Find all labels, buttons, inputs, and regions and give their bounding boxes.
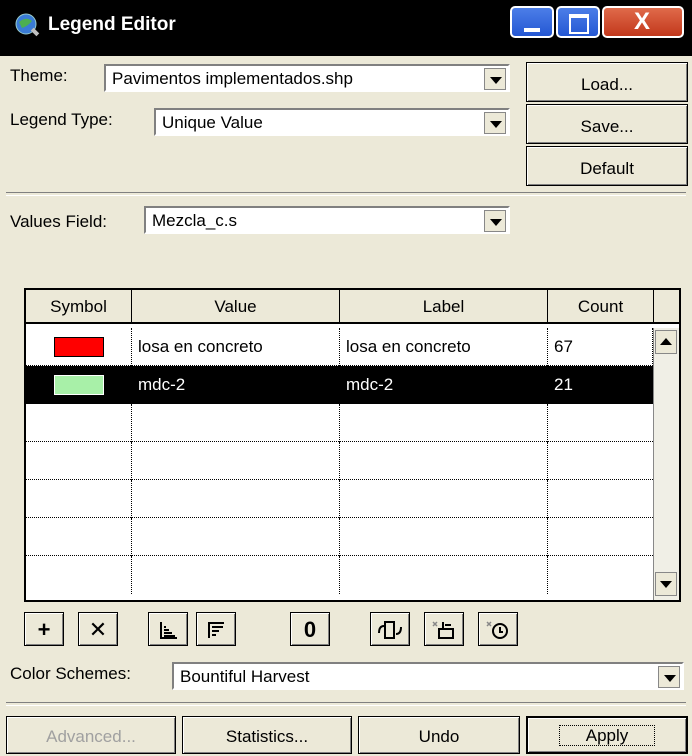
separator — [6, 192, 686, 196]
default-button[interactable]: Default — [526, 146, 688, 186]
legend-type-label: Legend Type: — [10, 110, 113, 129]
chevron-down-icon[interactable] — [658, 666, 680, 688]
symbol-reset-icon — [486, 621, 508, 639]
load-button[interactable]: Load... — [526, 62, 688, 102]
save-button[interactable]: Save... — [526, 104, 688, 144]
scroll-up-icon[interactable] — [655, 330, 677, 354]
close-button[interactable]: X — [602, 6, 684, 38]
apply-button[interactable]: Apply — [526, 716, 688, 754]
table-row-empty[interactable] — [26, 556, 653, 594]
legend-type-value: Unique Value — [162, 113, 263, 132]
symbol-cell[interactable] — [26, 366, 132, 404]
column-header-symbol[interactable]: Symbol — [26, 290, 132, 324]
sort-ascending-button[interactable] — [148, 612, 188, 646]
zero-button[interactable]: 0 — [290, 612, 330, 646]
delete-button[interactable]: ✕ — [78, 612, 118, 646]
symbol-reset-button[interactable] — [478, 612, 518, 646]
chevron-down-icon[interactable] — [484, 210, 506, 232]
color-swatch[interactable] — [54, 337, 104, 357]
theme-dropdown[interactable]: Pavimentos implementados.shp — [104, 64, 510, 92]
values-field-value: Mezcla_c.s — [152, 211, 238, 230]
title-bar[interactable]: Legend Editor X — [0, 0, 692, 56]
chevron-down-icon[interactable] — [484, 68, 506, 90]
column-header-value[interactable]: Value — [132, 290, 340, 324]
undo-label: Undo — [418, 727, 460, 746]
advanced-button[interactable]: Advanced... — [6, 716, 176, 754]
label-cell[interactable]: losa en concreto — [340, 328, 548, 366]
separator — [6, 702, 686, 706]
scroll-down-icon[interactable] — [655, 572, 677, 596]
column-header-label[interactable]: Label — [340, 290, 548, 324]
label-cell[interactable]: mdc-2 — [340, 366, 548, 404]
default-label: Default — [580, 159, 634, 178]
window-title: Legend Editor — [48, 14, 176, 35]
count-cell: 21 — [548, 366, 653, 404]
advanced-label: Advanced... — [46, 727, 136, 746]
delete-icon: ✕ — [88, 617, 108, 642]
maximize-button[interactable] — [556, 6, 600, 38]
swap-button[interactable] — [370, 612, 410, 646]
zero-label: 0 — [303, 617, 317, 642]
plus-icon: + — [37, 617, 51, 642]
table-row-selected[interactable]: mdc-2 mdc-2 21 — [26, 366, 653, 404]
chevron-down-icon[interactable] — [484, 112, 506, 134]
vertical-scrollbar[interactable] — [653, 328, 679, 600]
add-button[interactable]: + — [24, 612, 64, 646]
symbol-properties-button[interactable] — [424, 612, 464, 646]
undo-button[interactable]: Undo — [358, 716, 520, 754]
table-row[interactable]: losa en concreto losa en concreto 67 — [26, 328, 653, 366]
theme-label: Theme: — [10, 66, 68, 85]
statistics-label: Statistics... — [225, 727, 309, 746]
table-row-empty[interactable] — [26, 518, 653, 556]
table-row-empty[interactable] — [26, 404, 653, 442]
legend-table[interactable]: Symbol Value Label Count losa en concret… — [24, 288, 681, 602]
load-label: Load... — [581, 75, 633, 94]
table-row-empty[interactable] — [26, 480, 653, 518]
statistics-button[interactable]: Statistics... — [182, 716, 352, 754]
sort-descending-icon — [208, 622, 224, 638]
apply-label: Apply — [558, 725, 656, 746]
table-row-empty[interactable] — [26, 442, 653, 480]
save-label: Save... — [580, 117, 634, 136]
symbol-edit-icon — [432, 621, 454, 639]
close-icon: X — [634, 8, 651, 35]
color-schemes-value: Bountiful Harvest — [180, 667, 310, 686]
symbol-cell[interactable] — [26, 328, 132, 366]
globe-icon — [15, 13, 40, 37]
color-swatch[interactable] — [54, 375, 104, 395]
color-schemes-dropdown[interactable]: Bountiful Harvest — [172, 662, 684, 690]
swap-columns-icon — [378, 621, 402, 639]
values-field-dropdown[interactable]: Mezcla_c.s — [144, 206, 510, 234]
value-cell[interactable]: losa en concreto — [132, 328, 340, 366]
minimize-button[interactable] — [510, 6, 554, 38]
legend-type-dropdown[interactable]: Unique Value — [154, 108, 510, 136]
value-cell[interactable]: mdc-2 — [132, 366, 340, 404]
column-header-count[interactable]: Count — [548, 290, 654, 324]
theme-value: Pavimentos implementados.shp — [112, 69, 353, 88]
color-schemes-label: Color Schemes: — [10, 664, 131, 683]
column-header-spacer — [654, 290, 679, 324]
count-cell: 67 — [548, 328, 653, 366]
sort-ascending-icon — [160, 622, 177, 639]
sort-descending-button[interactable] — [196, 612, 236, 646]
values-field-label: Values Field: — [10, 212, 108, 231]
